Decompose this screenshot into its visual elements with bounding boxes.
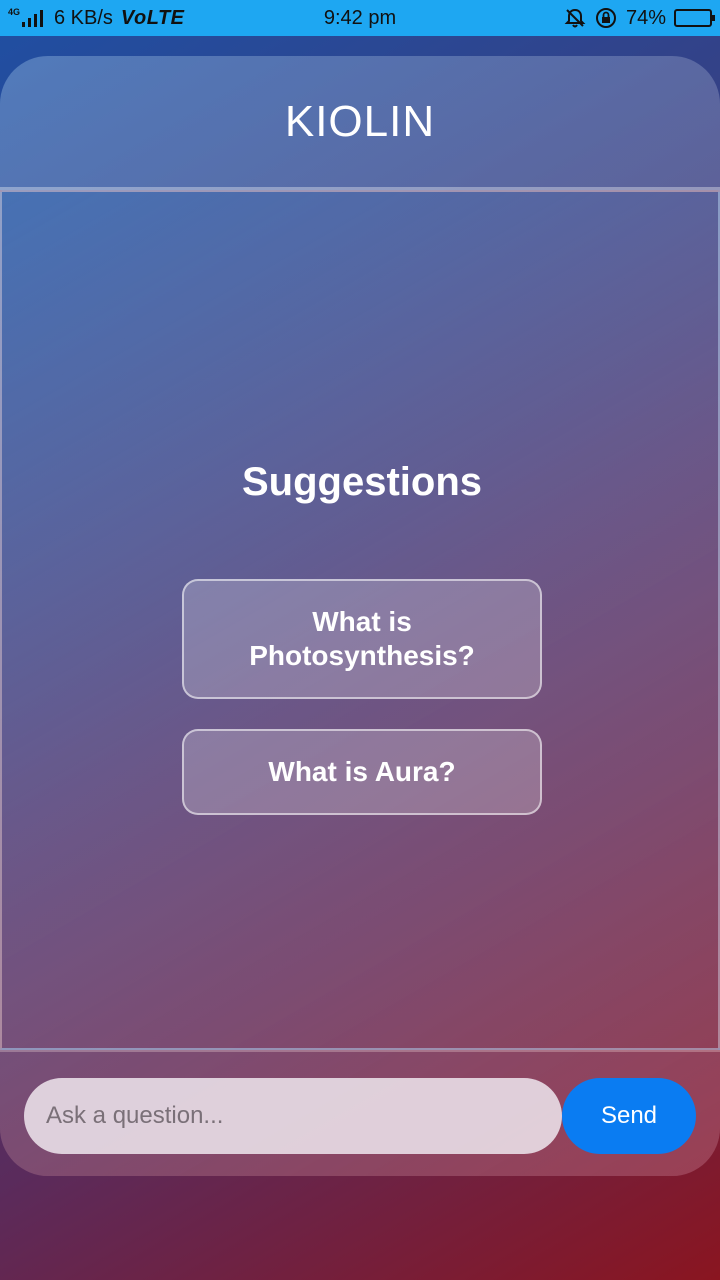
signal-icon: 4G	[8, 7, 46, 29]
send-button[interactable]: Send	[562, 1078, 696, 1154]
suggestion-button-photosynthesis[interactable]: What is Photosynthesis?	[182, 579, 542, 699]
chat-area: Suggestions What is Photosynthesis? What…	[0, 190, 720, 1050]
app-header: KIOLIN	[0, 56, 720, 190]
composer: Send	[0, 1050, 720, 1176]
bell-off-icon	[564, 8, 586, 28]
question-input[interactable]	[24, 1078, 562, 1154]
app-title: KIOLIN	[284, 96, 436, 146]
status-right: 74%	[564, 0, 715, 36]
network-type: 4G	[8, 7, 21, 17]
chat-card: KIOLIN Suggestions What is Photosynthesi…	[0, 56, 720, 1176]
network-speed: 6 KB/s	[54, 6, 113, 29]
battery-icon	[674, 9, 715, 27]
status-bar: 4G 6 KB/s VoLTE 9:42 pm 74%	[0, 0, 720, 36]
status-left: 4G 6 KB/s VoLTE	[8, 0, 185, 36]
volte-indicator: VoLTE	[120, 6, 185, 29]
suggestion-button-aura[interactable]: What is Aura?	[182, 729, 542, 815]
suggestions-title: Suggestions	[241, 460, 483, 504]
rotation-lock-icon	[595, 8, 616, 28]
battery-percent: 74%	[625, 6, 666, 29]
